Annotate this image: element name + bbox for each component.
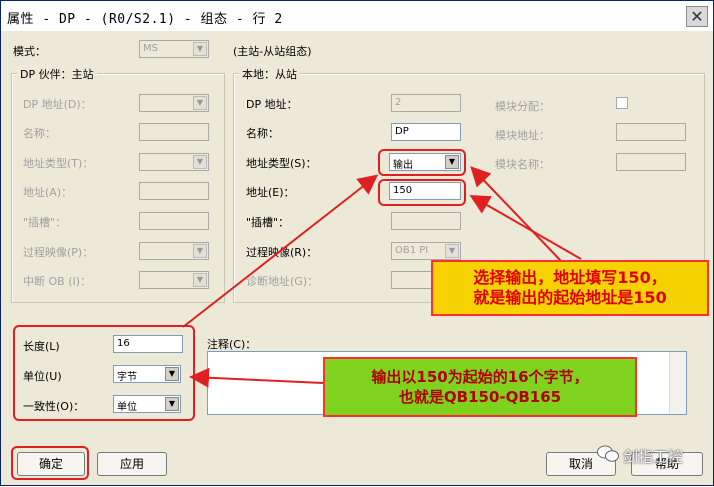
address-callout: 选择输出，地址填写150， 就是输出的起始地址是150 [431, 260, 709, 316]
wechat-logo-icon [597, 445, 619, 463]
arrow-to-address [469, 195, 582, 260]
arrow-length-to-address [182, 174, 379, 328]
length-callout-line1: 输出以150为起始的16个字节， [371, 368, 589, 386]
arrow-to-length-group [189, 367, 324, 388]
properties-dialog: 属性 - DP - (R0/S2.1) - 组态 - 行 2 ✕ 模式： MS … [0, 0, 714, 486]
watermark-text: 剑指工控 [623, 448, 684, 466]
address-callout-line1: 选择输出，地址填写150， [473, 268, 667, 287]
arrow-to-address-type [470, 166, 562, 262]
length-callout: 输出以150为起始的16个字节， 也就是QB150-QB165 [323, 357, 637, 417]
address-callout-line2: 就是输出的起始地址是150 [473, 288, 667, 307]
length-callout-line2: 也就是QB150-QB165 [398, 388, 562, 406]
